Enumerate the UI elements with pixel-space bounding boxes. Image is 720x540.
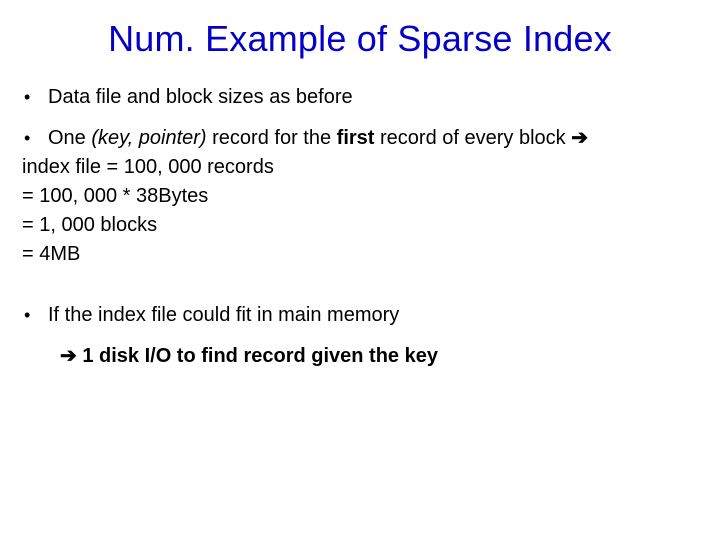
- slide: Num. Example of Sparse Index Data file a…: [0, 0, 720, 540]
- bullet-dot-icon: [22, 84, 48, 111]
- conclusion-line: ➔ 1 disk I/O to find record given the ke…: [60, 343, 698, 370]
- calc-line-1: index file = 100, 000 records: [22, 154, 698, 181]
- bullet-1-text: Data file and block sizes as before: [48, 84, 698, 111]
- bullet-2-italic: (key, pointer): [91, 127, 206, 149]
- conclusion-text: 1 disk I/O to find record given the key: [77, 345, 438, 367]
- bullet-dot-icon: [22, 125, 48, 152]
- bullet-item-3: If the index file could fit in main memo…: [22, 302, 698, 329]
- bullet-2-post: record of every block: [374, 127, 571, 149]
- calc-line-2: = 100, 000 * 38Bytes: [22, 183, 698, 210]
- calc-line-4: = 4MB: [22, 241, 698, 268]
- bullet-3-text: If the index file could fit in main memo…: [48, 302, 698, 329]
- arrow-right-icon: ➔: [60, 345, 77, 367]
- bullet-2-bold: first: [337, 127, 375, 149]
- calc-line-3: = 1, 000 blocks: [22, 212, 698, 239]
- slide-title: Num. Example of Sparse Index: [22, 18, 698, 60]
- bullet-2-text: One (key, pointer) record for the first …: [48, 125, 698, 152]
- bullet-2-pre: One: [48, 127, 91, 149]
- spacer: [22, 292, 698, 302]
- bullet-block-2: One (key, pointer) record for the first …: [22, 125, 698, 268]
- arrow-right-icon: ➔: [571, 127, 588, 149]
- bullet-2-mid: record for the: [207, 127, 337, 149]
- bullet-dot-icon: [22, 302, 48, 329]
- slide-body: Data file and block sizes as before One …: [22, 84, 698, 370]
- bullet-item-2: One (key, pointer) record for the first …: [22, 125, 698, 152]
- bullet-item-1: Data file and block sizes as before: [22, 84, 698, 111]
